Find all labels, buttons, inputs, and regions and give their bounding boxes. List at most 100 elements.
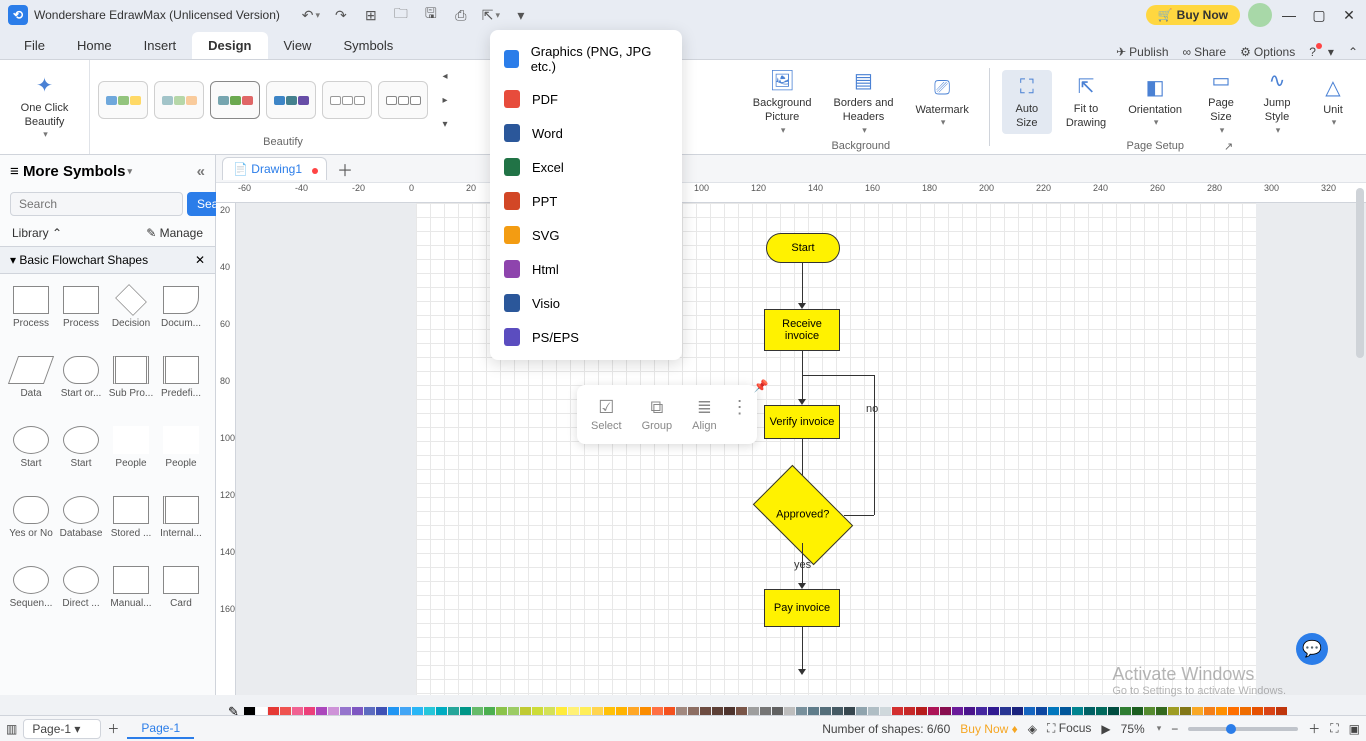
- export-item[interactable]: SVG: [490, 218, 682, 252]
- zoom-out-button[interactable]: −: [1171, 722, 1178, 736]
- export-item[interactable]: PDF: [490, 82, 682, 116]
- pin-icon[interactable]: 📌: [754, 379, 769, 393]
- shape-stencil[interactable]: Stored ...: [106, 490, 156, 560]
- tab-file[interactable]: File: [8, 32, 61, 59]
- shape-stencil[interactable]: Direct ...: [56, 560, 106, 630]
- float-align-button[interactable]: ≣Align: [686, 393, 722, 436]
- shapes-section-title[interactable]: ▾ Basic Flowchart Shapes: [10, 253, 148, 267]
- print-icon[interactable]: ⎙: [450, 4, 472, 26]
- background-picture-button[interactable]: 🖼Background Picture▾: [745, 64, 820, 140]
- export-item[interactable]: Visio: [490, 286, 682, 320]
- shape-stencil[interactable]: Start: [6, 420, 56, 490]
- chat-badge[interactable]: 💬: [1296, 633, 1328, 665]
- status-buy-now[interactable]: Buy Now ♦: [960, 722, 1018, 736]
- borders-headers-button[interactable]: ▤Borders and Headers▾: [826, 64, 902, 140]
- unit-button[interactable]: △Unit▾: [1308, 71, 1358, 133]
- shape-stencil[interactable]: Start: [56, 420, 106, 490]
- export-item[interactable]: PS/EPS: [490, 320, 682, 354]
- shape-stencil[interactable]: Sub Pro...: [106, 350, 156, 420]
- shape-stencil[interactable]: Internal...: [156, 490, 206, 560]
- close-section-icon[interactable]: ✕: [195, 253, 205, 267]
- theme-next-icon[interactable]: ▸: [434, 89, 456, 111]
- open-icon[interactable]: 🗀: [390, 4, 412, 26]
- flowchart-verify[interactable]: Verify invoice: [764, 405, 840, 439]
- buy-now-button[interactable]: 🛒 Buy Now: [1146, 5, 1240, 25]
- fullscreen-icon[interactable]: ▣: [1349, 722, 1360, 736]
- shape-stencil[interactable]: Decision: [106, 280, 156, 350]
- export-item[interactable]: Graphics (PNG, JPG etc.): [490, 36, 682, 82]
- auto-size-button[interactable]: ⛶Auto Size: [1002, 70, 1052, 135]
- share-button[interactable]: ∞ Share: [1183, 45, 1227, 59]
- export-icon[interactable]: ⇱▾: [480, 4, 502, 26]
- fit-page-icon[interactable]: ⛶: [1330, 721, 1338, 736]
- page-selector[interactable]: Page-1 ▾: [23, 719, 101, 739]
- redo-icon[interactable]: ↷: [330, 4, 352, 26]
- page-setup-dialog-icon[interactable]: ↗: [1224, 140, 1233, 153]
- document-tab[interactable]: 📄 Drawing1: [222, 157, 327, 180]
- collapse-sidebar-icon[interactable]: «: [197, 163, 205, 180]
- options-button[interactable]: ⚙ Options: [1240, 45, 1295, 59]
- add-tab-button[interactable]: ＋: [327, 157, 363, 181]
- maximize-button[interactable]: ▢: [1310, 7, 1328, 24]
- shape-stencil[interactable]: Predefi...: [156, 350, 206, 420]
- shape-stencil[interactable]: People: [106, 420, 156, 490]
- shape-stencil[interactable]: Database: [56, 490, 106, 560]
- shape-stencil[interactable]: Process: [6, 280, 56, 350]
- shape-stencil[interactable]: Start or...: [56, 350, 106, 420]
- publish-button[interactable]: ✈ Publish: [1116, 45, 1168, 59]
- save-icon[interactable]: 🖫: [420, 4, 442, 26]
- tab-design[interactable]: Design: [192, 32, 267, 59]
- shape-stencil[interactable]: Card: [156, 560, 206, 630]
- page-size-button[interactable]: ▭Page Size▾: [1196, 64, 1246, 140]
- theme-preset-6[interactable]: [378, 81, 428, 119]
- new-icon[interactable]: ⊞: [360, 4, 382, 26]
- tab-insert[interactable]: Insert: [128, 32, 193, 59]
- minimize-button[interactable]: —: [1280, 7, 1298, 24]
- focus-mode-button[interactable]: ⛶ Focus: [1047, 721, 1091, 736]
- theme-preset-3[interactable]: [210, 81, 260, 119]
- shape-stencil[interactable]: Docum...: [156, 280, 206, 350]
- symbol-search-input[interactable]: [10, 192, 183, 216]
- theme-preset-4[interactable]: [266, 81, 316, 119]
- export-item[interactable]: Excel: [490, 150, 682, 184]
- collapse-ribbon-button[interactable]: ⌃: [1348, 45, 1358, 59]
- shape-stencil[interactable]: Yes or No: [6, 490, 56, 560]
- fit-to-drawing-button[interactable]: ⇱Fit to Drawing: [1058, 70, 1114, 135]
- float-group-button[interactable]: ⧉Group: [636, 393, 679, 436]
- flowchart-receive[interactable]: Receive invoice: [764, 309, 840, 351]
- flowchart-pay[interactable]: Pay invoice: [764, 589, 840, 627]
- zoom-in-button[interactable]: ＋: [1308, 720, 1320, 737]
- theme-preset-2[interactable]: [154, 81, 204, 119]
- user-avatar[interactable]: [1248, 3, 1272, 27]
- tab-view[interactable]: View: [268, 32, 328, 59]
- theme-preset-5[interactable]: [322, 81, 372, 119]
- shape-stencil[interactable]: Process: [56, 280, 106, 350]
- add-page-button[interactable]: ＋: [107, 720, 119, 737]
- jump-style-button[interactable]: ∿Jump Style▾: [1252, 64, 1302, 140]
- theme-prev-icon[interactable]: ◂: [434, 65, 456, 87]
- export-item[interactable]: Word: [490, 116, 682, 150]
- page-tab[interactable]: Page-1: [127, 719, 194, 739]
- export-item[interactable]: PPT: [490, 184, 682, 218]
- more-icon[interactable]: ▾: [510, 4, 532, 26]
- theme-expand-icon[interactable]: ▾: [434, 113, 456, 135]
- canvas[interactable]: Start Receive invoice Verify invoice App…: [236, 203, 1366, 695]
- help-button[interactable]: ?▾: [1309, 45, 1334, 59]
- shape-stencil[interactable]: People: [156, 420, 206, 490]
- vertical-scrollbar[interactable]: [1356, 188, 1364, 358]
- export-item[interactable]: Html: [490, 252, 682, 286]
- tab-home[interactable]: Home: [61, 32, 128, 59]
- orientation-button[interactable]: ◧Orientation▾: [1120, 71, 1190, 133]
- tab-symbols[interactable]: Symbols: [327, 32, 409, 59]
- watermark-button[interactable]: ⎚Watermark▾: [907, 71, 976, 133]
- float-more-button[interactable]: ⋮: [731, 393, 749, 436]
- pages-panel-icon[interactable]: ▥: [6, 722, 17, 736]
- shape-stencil[interactable]: Manual...: [106, 560, 156, 630]
- shape-stencil[interactable]: Sequen...: [6, 560, 56, 630]
- shape-stencil[interactable]: Data: [6, 350, 56, 420]
- layers-icon[interactable]: ◈: [1028, 722, 1037, 736]
- manage-link[interactable]: ✎ Manage: [146, 226, 203, 240]
- theme-preset-1[interactable]: [98, 81, 148, 119]
- undo-icon[interactable]: ↶▾: [300, 4, 322, 26]
- float-select-button[interactable]: ☑Select: [585, 393, 628, 436]
